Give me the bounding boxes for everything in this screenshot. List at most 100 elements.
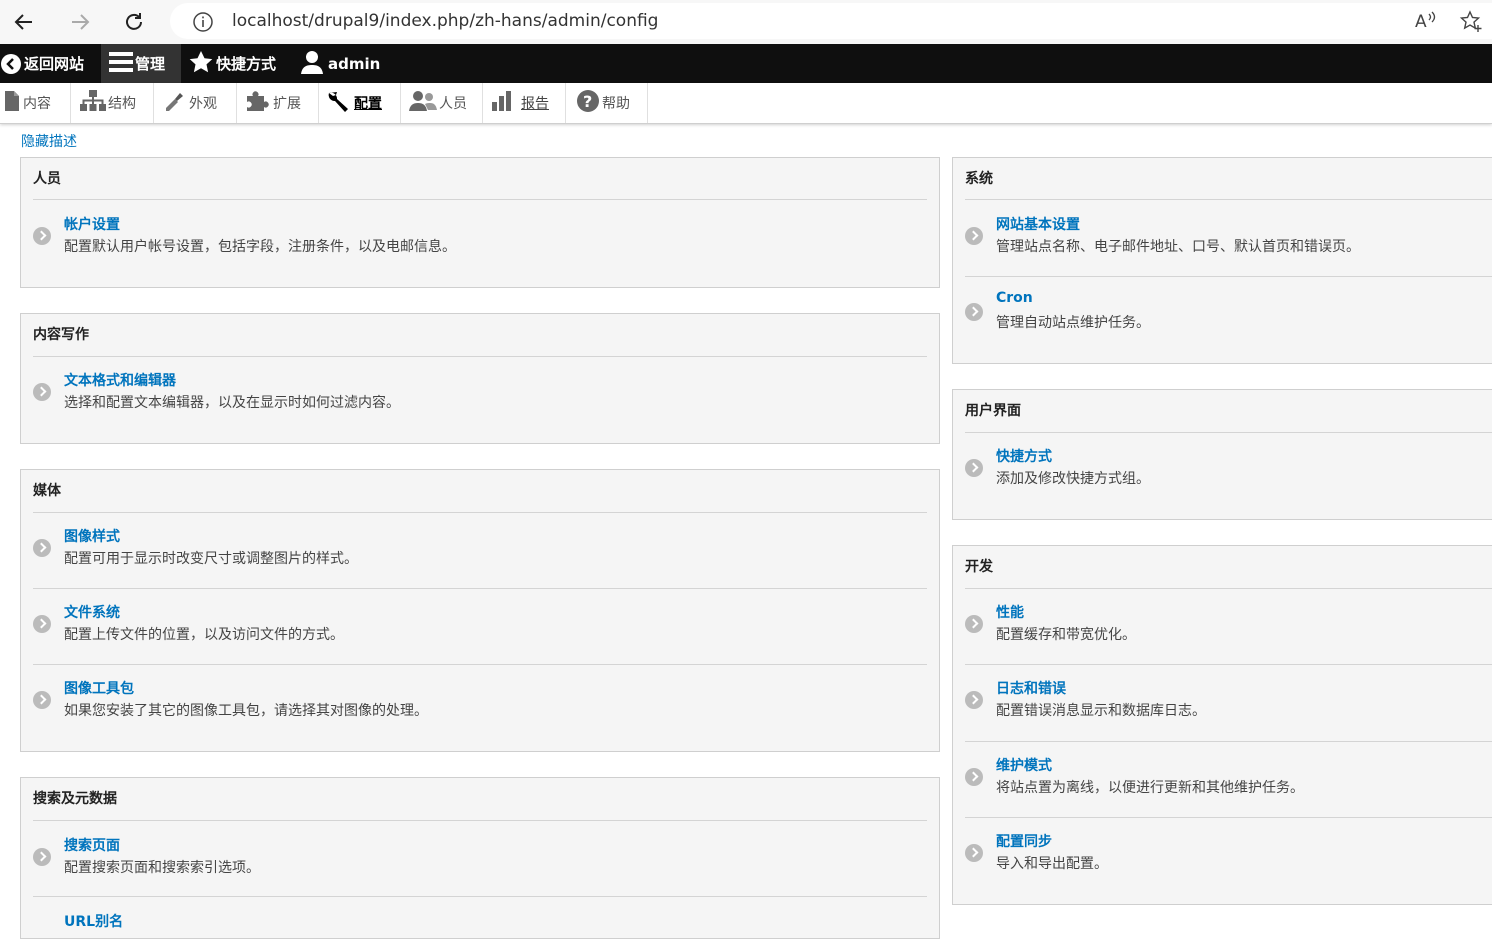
- arrow-circle-icon: [33, 539, 51, 557]
- config-entry[interactable]: 文件系统 配置上传文件的位置，以及访问文件的方式。: [33, 595, 927, 665]
- entry-description: 配置可用于显示时改变尺寸或调整图片的样式。: [64, 551, 358, 567]
- entry-link[interactable]: URL别名: [64, 911, 123, 931]
- config-entry[interactable]: 性能 配置缓存和带宽优化。: [965, 595, 1492, 665]
- entry-description: 如果您安装了其它的图像工具包，请选择其对图像的处理。: [64, 703, 428, 719]
- address-bar[interactable]: localhost/drupal9/index.php/zh-hans/admi…: [170, 3, 1492, 39]
- bar-chart-icon: [491, 90, 519, 116]
- config-entry[interactable]: URL别名: [33, 904, 927, 944]
- entry-link[interactable]: 帐户设置: [64, 214, 120, 234]
- entry-link[interactable]: 性能: [996, 602, 1024, 622]
- config-entry[interactable]: 维护模式 将站点置为离线，以便进行更新和其他维护任务。: [965, 748, 1492, 818]
- tray-item-label: 配置: [354, 96, 382, 112]
- arrow-circle-icon: [33, 848, 51, 866]
- arrow-circle-icon: [33, 383, 51, 401]
- svg-text:A: A: [1415, 12, 1427, 32]
- panel-divider: [33, 820, 927, 821]
- tray-item-label: 结构: [108, 96, 136, 112]
- tray-item-help[interactable]: ? 帮助: [566, 83, 648, 123]
- manage-button[interactable]: 管理: [101, 44, 181, 83]
- tray-item-appearance[interactable]: 外观: [154, 83, 237, 123]
- config-entry[interactable]: 日志和错误 配置错误消息显示和数据库日志。: [965, 671, 1492, 742]
- panel-title: 搜索及元数据: [33, 791, 117, 807]
- refresh-icon[interactable]: [118, 6, 150, 38]
- star-icon: [188, 50, 214, 78]
- config-entry[interactable]: 图像工具包 如果您安装了其它的图像工具包，请选择其对图像的处理。: [33, 671, 927, 731]
- entry-link[interactable]: Cron: [996, 290, 1033, 306]
- hamburger-icon: [109, 50, 135, 78]
- user-icon: [300, 49, 324, 79]
- tray-item-label: 内容: [23, 96, 51, 112]
- hide-description-link[interactable]: 隐藏描述: [21, 131, 77, 151]
- panel-title: 系统: [965, 171, 993, 187]
- panel-divider: [33, 512, 927, 513]
- url-text[interactable]: localhost/drupal9/index.php/zh-hans/admi…: [232, 11, 658, 31]
- tray-item-label: 扩展: [273, 96, 301, 112]
- panel-divider: [33, 356, 927, 357]
- help-icon: ?: [576, 89, 600, 117]
- read-aloud-icon[interactable]: A: [1414, 9, 1438, 37]
- tray-item-reports[interactable]: 报告: [483, 83, 566, 123]
- entry-divider: [33, 896, 927, 897]
- entry-divider: [965, 817, 1492, 818]
- config-entry[interactable]: 配置同步 导入和导出配置。: [965, 824, 1492, 884]
- tray-item-configuration[interactable]: 配置: [319, 83, 401, 123]
- arrow-circle-icon: [965, 844, 983, 862]
- admin-tray: 内容 结构 外观 扩展 配置 人员 报告 ? 帮助: [0, 83, 1492, 124]
- config-entry[interactable]: Cron 管理自动站点维护任务。: [965, 283, 1492, 343]
- entry-link[interactable]: 网站基本设置: [996, 214, 1080, 234]
- panel-media: 媒体 图像样式 配置可用于显示时改变尺寸或调整图片的样式。 文件系统 配置上传文…: [20, 469, 940, 752]
- arrow-circle-icon: [965, 303, 983, 321]
- entry-description: 管理自动站点维护任务。: [996, 315, 1150, 331]
- arrow-circle-icon: [965, 615, 983, 633]
- arrow-circle-icon: [965, 768, 983, 786]
- entry-divider: [33, 664, 927, 665]
- browser-toolbar: localhost/drupal9/index.php/zh-hans/admi…: [0, 0, 1492, 45]
- panel-divider: [965, 199, 1492, 200]
- config-entry[interactable]: 快捷方式 添加及修改快捷方式组。: [965, 439, 1492, 499]
- config-entry[interactable]: 网站基本设置 管理站点名称、电子邮件地址、口号、默认首页和错误页。: [965, 207, 1492, 277]
- config-entry[interactable]: 文本格式和编辑器 选择和配置文本编辑器，以及在显示时如何过滤内容。: [33, 363, 927, 423]
- entry-description: 配置错误消息显示和数据库日志。: [996, 703, 1206, 719]
- site-info-icon[interactable]: [192, 11, 214, 37]
- panel-content-authoring: 内容写作 文本格式和编辑器 选择和配置文本编辑器，以及在显示时如何过滤内容。: [20, 313, 940, 444]
- tray-item-extend[interactable]: 扩展: [237, 83, 319, 123]
- entry-link[interactable]: 搜索页面: [64, 835, 120, 855]
- tray-item-structure[interactable]: 结构: [71, 83, 154, 123]
- panel-system: 系统 网站基本设置 管理站点名称、电子邮件地址、口号、默认首页和错误页。 Cro…: [952, 157, 1492, 364]
- config-entry[interactable]: 图像样式 配置可用于显示时改变尺寸或调整图片的样式。: [33, 519, 927, 589]
- panel-title: 开发: [965, 559, 993, 575]
- panel-title: 内容写作: [33, 327, 89, 343]
- arrow-circle-icon: [33, 615, 51, 633]
- add-favorite-icon[interactable]: [1459, 9, 1485, 39]
- entry-divider: [965, 276, 1492, 277]
- entry-link[interactable]: 文本格式和编辑器: [64, 370, 176, 390]
- entry-link[interactable]: 维护模式: [996, 755, 1052, 775]
- panel-divider: [33, 199, 927, 200]
- entry-link[interactable]: 图像样式: [64, 526, 120, 546]
- back-to-site-button[interactable]: 返回网站: [0, 44, 100, 83]
- entry-link[interactable]: 文件系统: [64, 602, 120, 622]
- entry-link[interactable]: 日志和错误: [996, 678, 1066, 698]
- tray-item-label: 人员: [439, 96, 467, 112]
- user-menu-button[interactable]: admin: [300, 44, 390, 83]
- wrench-icon: [326, 90, 352, 116]
- forward-icon[interactable]: [64, 6, 96, 38]
- entry-description: 配置默认用户帐号设置，包括字段，注册条件，以及电邮信息。: [64, 239, 456, 255]
- back-icon[interactable]: [8, 6, 40, 38]
- manage-label: 管理: [135, 55, 166, 73]
- tray-item-label: 报告: [521, 96, 549, 112]
- entry-link[interactable]: 配置同步: [996, 831, 1052, 851]
- tray-item-people[interactable]: 人员: [401, 83, 483, 123]
- shortcuts-button[interactable]: 快捷方式: [188, 44, 288, 83]
- entry-link[interactable]: 图像工具包: [64, 678, 134, 698]
- arrow-circle-icon: [33, 691, 51, 709]
- config-entry[interactable]: 搜索页面 配置搜索页面和搜索索引选项。: [33, 828, 927, 898]
- entry-divider: [965, 664, 1492, 665]
- entry-link[interactable]: 快捷方式: [996, 446, 1052, 466]
- panel-title: 人员: [33, 171, 61, 187]
- shortcuts-label: 快捷方式: [216, 55, 277, 73]
- entry-description: 配置上传文件的位置，以及访问文件的方式。: [64, 627, 344, 643]
- config-entry[interactable]: 帐户设置 配置默认用户帐号设置，包括字段，注册条件，以及电邮信息。: [33, 207, 927, 267]
- panel-search-metadata: 搜索及元数据 搜索页面 配置搜索页面和搜索索引选项。 URL别名: [20, 777, 940, 939]
- tray-item-content[interactable]: 内容: [0, 83, 71, 123]
